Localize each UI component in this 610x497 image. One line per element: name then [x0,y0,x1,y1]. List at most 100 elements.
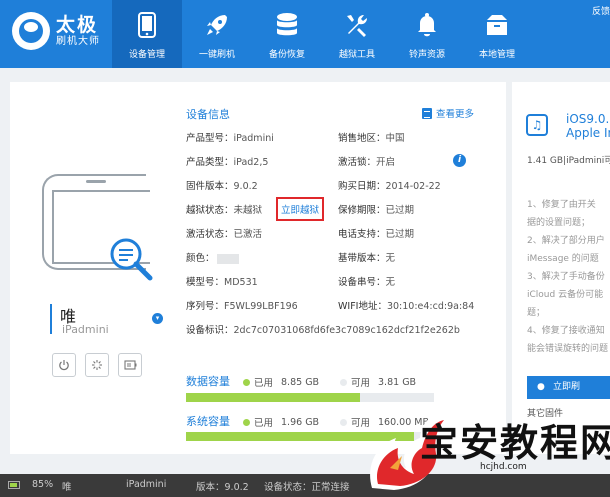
color-swatch [216,253,239,264]
nav-local-manage[interactable]: 本地管理 [462,0,532,68]
used-dot-icon [243,378,250,386]
info-value: 未越狱 [233,205,263,216]
info-value: 30:10:e4:cd:9a:84 [386,301,475,312]
data-capacity-fill [186,393,360,402]
info-value: MD531 [224,277,258,288]
nav-label: 本地管理 [478,50,515,60]
tablet-speaker [86,180,106,183]
udid-value: 2dc7c07031068fd6fe3c7089c162dcf21f2e262b [233,325,460,336]
info-value: 9.0.2 [233,181,258,192]
nav-one-click-flash[interactable]: 一键刷机 [182,0,252,68]
info-label: 固件版本： [186,181,234,192]
wrench-icon [343,11,371,39]
info-value: 已过期 [385,229,415,240]
info-row: 模型号：MD531 [186,274,258,288]
info-row: 越狱状态：未越狱 [186,202,262,216]
info-value: F5WL99LBF196 [224,301,298,312]
info-label: 模型号： [186,277,225,288]
info-label: 激活锁： [338,157,377,168]
info-label: 设备串号： [338,277,386,288]
info-label: 购买日期： [338,181,386,192]
status-device-name: 唯 [62,482,72,493]
info-row: 保修期限：已过期 [338,202,414,216]
info-row: 产品类型：iPad2,5 [186,154,268,168]
logo-title: 太极 [56,14,99,36]
nav-ringtones[interactable]: 铃声资源 [392,0,462,68]
firmware-note-line: 4、修复了接收通知 [527,326,605,336]
device-name-marker [50,304,52,334]
info-row: 销售地区：中国 [338,130,405,144]
info-label: 产品类型： [186,157,234,168]
info-value: 2014-02-22 [385,181,441,192]
info-value: 中国 [385,133,405,144]
info-label: 销售地区： [338,133,386,144]
phone-icon [133,11,161,39]
udid-row: 设备标识：2dc7c07031068fd6fe3c7089c162dcf21f2… [186,325,460,336]
info-label: 激活状态： [186,229,234,240]
info-icon[interactable]: i [453,154,466,167]
main-nav: 设备管理 一键刷机 备份恢复 越狱工具 铃声资源 本地管理 [112,0,532,68]
nav-jailbreak-tools[interactable]: 越狱工具 [322,0,392,68]
firmware-title: iOS9.0.2 Apple In [566,112,610,140]
info-row: WIFI地址：30:10:e4:cd:9a:84 [338,298,474,312]
nav-device-manage[interactable]: 设备管理 [112,0,182,68]
info-value: 已激活 [233,229,263,240]
firmware-note-line: 3、解决了手动备份 [527,272,605,282]
info-row: 设备串号：无 [338,274,395,288]
info-label: 颜色： [186,253,215,264]
nav-label: 备份恢复 [268,50,305,60]
system-capacity-title: 系统容量 [186,415,230,428]
watermark-url: hcjhd.com [480,462,527,472]
nav-label: 一键刷机 [198,50,235,60]
device-action-buttons [52,353,142,377]
info-value: 开启 [376,157,396,168]
magnifier-icon [110,238,153,281]
info-row: 颜色： [186,250,239,264]
info-row: 产品型号：iPadmini [186,130,274,144]
firmware-note-line: 2、解决了部分用户 [527,236,605,246]
firmware-note-line: iMessage 的问题 [527,254,599,264]
apple-icon: ● [537,382,545,392]
chevron-down-icon[interactable]: ▾ [152,313,163,324]
power-icon[interactable] [52,353,76,377]
info-label: 产品型号： [186,133,234,144]
device-model: iPadmini [62,323,109,336]
battery-icon [8,481,20,489]
status-device-model: iPadmini [126,479,167,490]
info-row: 序列号：F5WL99LBF196 [186,298,298,312]
info-row: 购买日期：2014-02-22 [338,178,441,192]
view-more-link[interactable]: 查看更多 [422,106,474,120]
data-capacity-bar [186,393,434,402]
info-value: iPad2,5 [233,157,269,168]
info-row: 激活状态：已激活 [186,226,262,240]
box-icon [483,11,511,39]
flash-now-button[interactable]: ● 立即刷 [527,376,610,399]
info-row: 固件版本：9.0.2 [186,178,258,192]
restart-icon[interactable] [85,353,109,377]
firmware-note-line: 题； [527,308,546,318]
data-used-legend: 已用 8.85 GB [243,375,319,389]
rocket-icon [203,11,231,39]
jailbreak-now-link[interactable]: 立即越狱 [276,197,325,221]
info-value: 已过期 [385,205,415,216]
data-free-legend: 可用 3.81 GB [340,375,416,389]
free-dot-icon [340,378,347,386]
info-value: 无 [385,253,396,264]
nav-backup-restore[interactable]: 备份恢复 [252,0,322,68]
used-dot-icon [243,418,250,426]
battery-level: 85% [32,479,54,490]
top-bar: 太极 刷机大师 设备管理 一键刷机 备份恢复 越狱工具 铃声资源 本地管理 反馈 [0,0,610,68]
feedback-link[interactable]: 反馈 [592,4,610,17]
ios-firmware-icon: ♫ [526,114,548,136]
info-row: 激活锁：开启 [338,154,395,168]
data-capacity-title: 数据容量 [186,375,230,388]
nav-label: 铃声资源 [408,50,445,60]
device-info-title: 设备信息 [186,108,230,121]
free-dot-icon [340,418,347,426]
battery-tool-icon[interactable] [118,353,142,377]
firmware-size: 1.41 GB|iPadmini可 [527,156,610,166]
info-label: WIFI地址： [338,301,387,312]
firmware-note-line: 据的设置问题； [527,218,591,228]
firmware-note-line: iCloud 云备份可能 [527,290,604,300]
document-icon [422,107,432,119]
